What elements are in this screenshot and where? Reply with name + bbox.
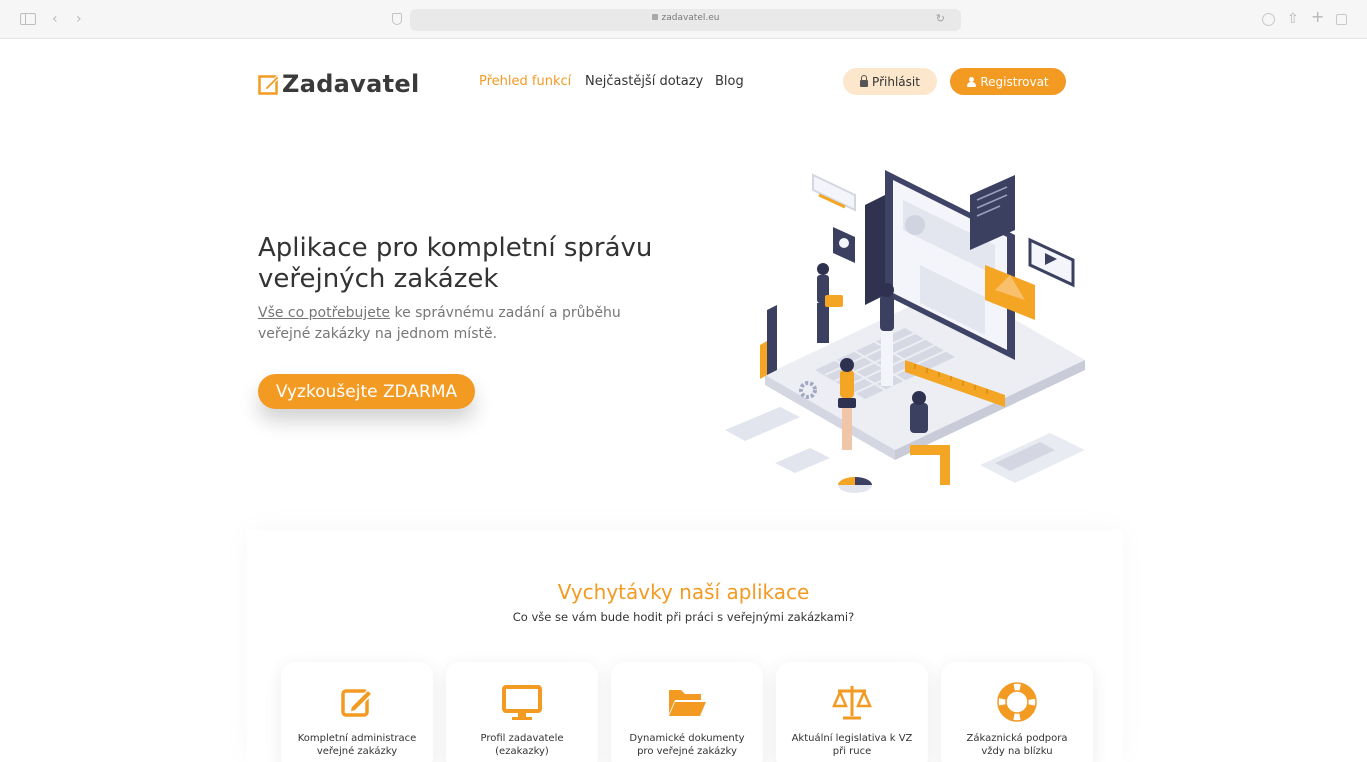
feature-label: Aktuální legislativa k VZ při ruce xyxy=(791,733,913,757)
download-icon[interactable] xyxy=(1262,13,1275,26)
new-tab-icon[interactable]: + xyxy=(1311,9,1324,25)
hero-subtitle: Vše co potřebujete ke správnému zadání a… xyxy=(258,303,658,345)
user-icon xyxy=(967,76,977,87)
reload-icon[interactable]: ↻ xyxy=(936,12,945,25)
features-title: Vychytávky naší aplikace xyxy=(557,580,810,604)
logo-text: Zadavatel xyxy=(282,70,420,98)
sidebar-icon[interactable] xyxy=(20,13,36,25)
lifebuoy-icon xyxy=(997,682,1037,722)
login-label: Přihlásit xyxy=(872,74,920,89)
nav-blog[interactable]: Blog xyxy=(715,74,744,89)
hero-subtitle-line2: veřejné zakázky na jednom místě. xyxy=(258,326,498,342)
address-bar[interactable]: zadavatel.eu ↻ xyxy=(410,9,961,31)
feature-label: Kompletní administrace veřejné zakázky xyxy=(297,733,417,757)
feature-label: Dynamické dokumenty pro veřejné zakázky xyxy=(629,733,745,757)
scales-icon xyxy=(832,686,872,720)
hero-subtitle-rest: ke správnému zadání a průběhu xyxy=(390,305,621,321)
share-icon[interactable]: ⇧ xyxy=(1287,11,1299,27)
feature-card-administration[interactable]: Kompletní administrace veřejné zakázky xyxy=(281,662,433,762)
feature-card-documents[interactable]: Dynamické dokumenty pro veřejné zakázky xyxy=(611,662,763,762)
lock-icon xyxy=(651,14,658,20)
edit-icon xyxy=(341,688,374,717)
nav-features[interactable]: Přehled funkcí xyxy=(479,74,571,89)
url-text: zadavatel.eu xyxy=(661,13,720,23)
hero-subtitle-link[interactable]: Vše co potřebujete xyxy=(258,305,390,321)
feature-label: Zákaznická podpora vždy na blízku xyxy=(966,733,1068,757)
lock-icon xyxy=(860,74,869,87)
register-button[interactable]: Registrovat xyxy=(950,68,1066,95)
try-free-button[interactable]: Vyzkoušejte ZDARMA xyxy=(258,374,475,409)
feature-label: Profil zadavatele (ezakazky) xyxy=(480,733,564,757)
hero-illustration xyxy=(725,170,1085,493)
shield-icon[interactable] xyxy=(392,13,402,25)
site-logo[interactable]: Zadavatel xyxy=(258,70,420,98)
tabs-icon[interactable] xyxy=(1336,14,1347,25)
register-label: Registrovat xyxy=(980,74,1049,89)
folder-icon xyxy=(669,690,706,716)
hero-title-line1: Aplikace pro kompletní správu xyxy=(258,233,653,263)
feature-card-profile[interactable]: Profil zadavatele (ezakazky) xyxy=(446,662,598,762)
hero-title: Aplikace pro kompletní správu veřejných … xyxy=(258,233,678,295)
back-icon[interactable]: ‹ xyxy=(52,11,58,27)
feature-card-support[interactable]: Zákaznická podpora vždy na blízku xyxy=(941,662,1093,762)
nav-faq[interactable]: Nejčastější dotazy xyxy=(585,74,703,89)
feature-card-legislation[interactable]: Aktuální legislativa k VZ při ruce xyxy=(776,662,928,762)
browser-toolbar: ‹ › zadavatel.eu ↻ ⇧ + xyxy=(0,0,1367,39)
monitor-icon xyxy=(502,685,542,720)
forward-icon[interactable]: › xyxy=(76,11,82,27)
login-button[interactable]: Přihlásit xyxy=(843,68,937,95)
hero-title-line2: veřejných zakázek xyxy=(258,264,499,294)
features-subtitle: Co vše se vám bude hodit při práci s veř… xyxy=(512,610,855,624)
logo-edit-icon xyxy=(258,75,280,95)
